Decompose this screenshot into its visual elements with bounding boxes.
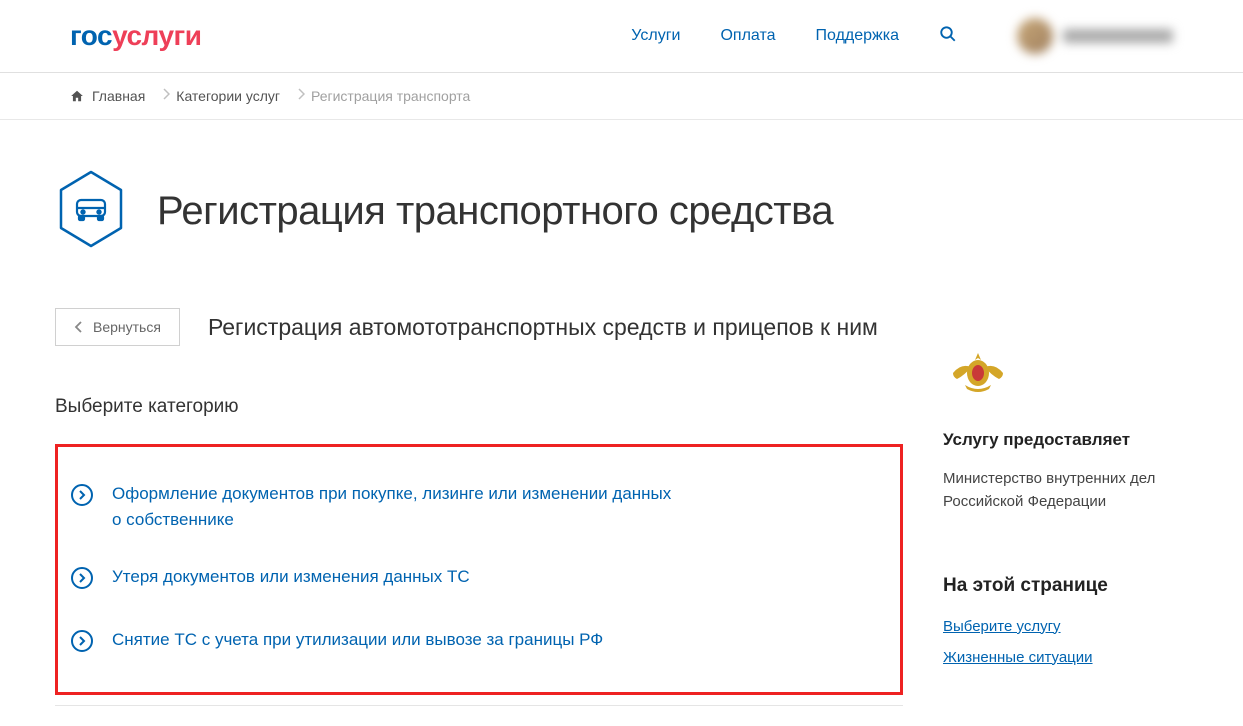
- category-text: Снятие ТС с учета при утилизации или выв…: [112, 627, 603, 653]
- subtitle: Регистрация автомототранспортных средств…: [208, 314, 878, 341]
- crumb-home-label: Главная: [92, 88, 145, 104]
- subtitle-row: Вернуться Регистрация автомототранспортн…: [55, 308, 903, 346]
- categories-highlight-box: Оформление документов при покупке, лизин…: [55, 444, 903, 695]
- chevron-circle-icon: [70, 483, 94, 512]
- crumb-separator: [298, 87, 305, 105]
- logo-part1: гос: [70, 20, 112, 51]
- divider: [55, 705, 903, 706]
- header: госуслуги Услуги Оплата Поддержка: [0, 0, 1243, 73]
- on-page-link-situations[interactable]: Жизненные ситуации: [943, 649, 1173, 666]
- logo[interactable]: госуслуги: [70, 20, 201, 52]
- category-text: Утеря документов или изменения данных ТС: [112, 564, 470, 590]
- provider-text: Министерство внутренних дел Российской Ф…: [943, 468, 1173, 513]
- car-hex-icon: [55, 170, 127, 253]
- category-item[interactable]: Оформление документов при покупке, лизин…: [70, 465, 882, 548]
- sidebar: Услугу предоставляет Министерство внутре…: [943, 170, 1173, 706]
- back-button[interactable]: Вернуться: [55, 308, 180, 346]
- crumb-home[interactable]: Главная: [70, 88, 157, 104]
- on-page-title: На этой странице: [943, 573, 1173, 600]
- logo-part2: услуги: [112, 20, 201, 51]
- emblem-icon: [943, 345, 1173, 400]
- nav-payment[interactable]: Оплата: [720, 27, 775, 45]
- home-icon: [70, 89, 84, 103]
- title-row: Регистрация транспортного средства: [55, 170, 903, 253]
- crumb-separator: [163, 87, 170, 105]
- back-button-label: Вернуться: [93, 319, 161, 335]
- main-nav: Услуги Оплата Поддержка: [631, 25, 957, 48]
- page-title: Регистрация транспортного средства: [157, 189, 833, 234]
- category-item[interactable]: Утеря документов или изменения данных ТС: [70, 548, 882, 611]
- search-icon[interactable]: [939, 25, 957, 48]
- provider-title: Услугу предоставляет: [943, 430, 1173, 450]
- select-category-label: Выберите категорию: [55, 396, 903, 418]
- category-item[interactable]: Снятие ТС с учета при утилизации или выв…: [70, 611, 882, 674]
- category-text: Оформление документов при покупке, лизин…: [112, 481, 672, 532]
- nav-support[interactable]: Поддержка: [816, 27, 899, 45]
- chevron-left-icon: [74, 320, 83, 334]
- nav-services[interactable]: Услуги: [631, 27, 680, 45]
- crumb-current: Регистрация транспорта: [311, 88, 482, 104]
- crumb-categories-label: Категории услуг: [176, 88, 280, 104]
- user-name: [1063, 29, 1173, 43]
- user-menu[interactable]: [1017, 18, 1173, 54]
- crumb-current-label: Регистрация транспорта: [311, 88, 470, 104]
- on-page-link-select[interactable]: Выберите услугу: [943, 618, 1173, 635]
- chevron-circle-icon: [70, 566, 94, 595]
- avatar: [1017, 18, 1053, 54]
- breadcrumb: Главная Категории услуг Регистрация тран…: [0, 73, 1243, 120]
- main-column: Регистрация транспортного средства Верну…: [55, 170, 903, 706]
- crumb-categories[interactable]: Категории услуг: [176, 88, 292, 104]
- content: Регистрация транспортного средства Верну…: [0, 120, 1243, 726]
- chevron-circle-icon: [70, 629, 94, 658]
